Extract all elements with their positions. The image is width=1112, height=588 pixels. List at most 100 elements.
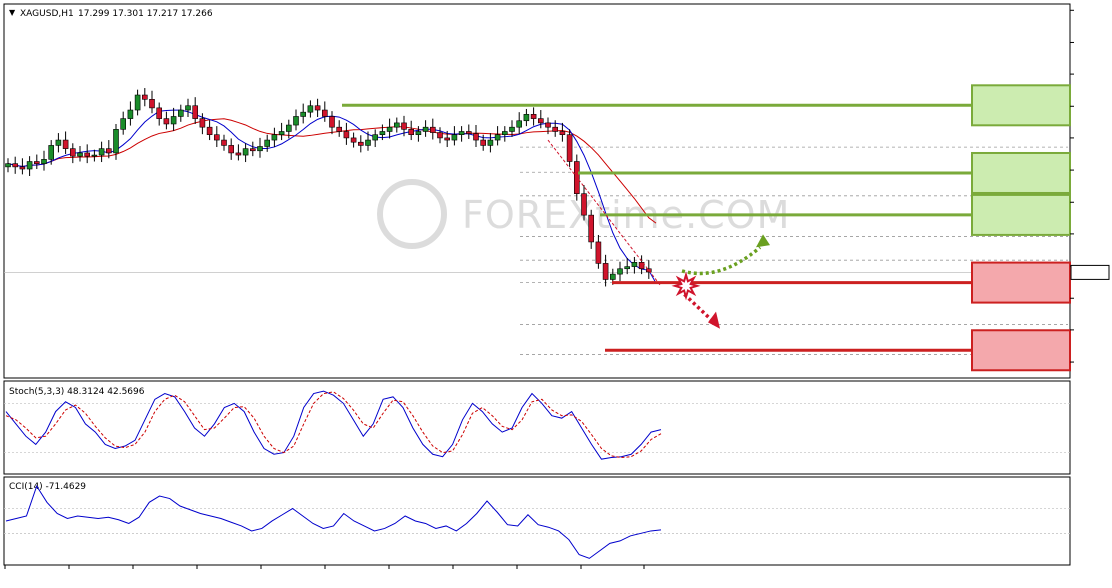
candle-bull	[5, 163, 11, 168]
candle-bear	[530, 114, 537, 119]
candle-bear	[559, 131, 566, 135]
candle-bull	[98, 148, 105, 156]
candle-bull	[422, 126, 429, 132]
symbol-title: XAGUSD,H1	[20, 9, 74, 19]
candle-bear	[206, 126, 213, 135]
breakout-burst-icon	[671, 271, 701, 301]
candle-bull	[113, 129, 119, 154]
candle-bull	[134, 94, 141, 111]
candle-bull	[41, 159, 47, 164]
candle-bear	[106, 148, 112, 154]
candle-bear	[84, 152, 90, 157]
candle-bull	[509, 126, 515, 132]
candle-bull	[487, 139, 494, 146]
candle-bull	[379, 131, 386, 135]
candle-bull	[178, 109, 184, 117]
candle-bull	[609, 273, 616, 280]
candle-bear	[156, 107, 162, 119]
candle-bull	[617, 268, 623, 275]
candle-bear	[552, 126, 559, 132]
candle-bear	[595, 241, 602, 264]
candle-bear	[408, 129, 415, 135]
candle-bear	[19, 166, 26, 170]
candle-bear	[62, 139, 69, 149]
candle-bear	[250, 148, 256, 152]
candle-bull	[516, 120, 523, 128]
candle-bull	[631, 262, 638, 267]
level-box-resistance	[971, 193, 1071, 236]
ohlc-readout: 17.299 17.301 17.217 17.266	[78, 9, 213, 19]
candle-bear	[343, 131, 350, 139]
candle-bear	[221, 139, 227, 146]
chart-background	[0, 0, 1112, 588]
candle-bull	[307, 105, 314, 113]
candle-bear	[228, 145, 234, 154]
candle-bear	[401, 122, 407, 130]
candle-bear	[70, 148, 76, 157]
candle-bull	[242, 148, 249, 156]
candle-bear	[336, 126, 343, 132]
candle-bear	[437, 132, 443, 139]
cci-title: CCI(14) -71.4629	[9, 482, 86, 492]
candle-bull	[264, 139, 271, 147]
candle-bear	[12, 163, 18, 168]
level-box-support	[971, 261, 1071, 304]
candle-bear	[199, 118, 206, 128]
candle-bear	[329, 116, 335, 128]
candle-bear	[235, 152, 242, 156]
candle-bull	[278, 131, 285, 135]
candle-bull	[77, 152, 83, 157]
candle-bear	[566, 134, 573, 162]
chart-canvas[interactable]: FOREXtime.COM ▼ XAGUSD,H1 17.299 17.301 …	[0, 0, 1112, 588]
current-price-box	[1070, 264, 1110, 280]
candle-bull	[26, 161, 33, 170]
candle-bear	[321, 109, 328, 117]
candle-bear	[142, 94, 148, 100]
candle-bull	[55, 139, 62, 146]
candle-bull	[120, 118, 126, 130]
candle-bull	[451, 134, 458, 141]
collapse-arrow-icon[interactable]: ▼	[9, 8, 16, 17]
candle-bear	[588, 214, 595, 243]
candle-bear	[429, 126, 436, 133]
candle-bear	[163, 118, 170, 125]
candle-bear	[473, 133, 479, 141]
candle-bull	[257, 146, 263, 152]
candle-bear	[350, 137, 357, 143]
candle-bear	[581, 193, 587, 216]
candle-bull	[523, 114, 530, 122]
candle-bear	[314, 105, 321, 111]
candle-bull	[170, 116, 177, 125]
candle-bear	[444, 137, 451, 141]
candle-bull	[127, 109, 134, 119]
candle-bull	[624, 266, 631, 270]
candle-bear	[480, 139, 487, 146]
candle-bear	[33, 161, 40, 164]
candle-bull	[285, 124, 292, 132]
candle-bull	[372, 134, 379, 141]
candle-bear	[149, 99, 155, 109]
candle-bull	[48, 145, 55, 160]
candle-bear	[602, 263, 609, 280]
candle-bull	[300, 111, 307, 117]
candle-bull	[458, 131, 465, 135]
candle-bull	[415, 131, 422, 135]
level-box-support	[971, 329, 1071, 372]
stoch-title: Stoch(5,3,3) 48.3124 42.5696	[9, 387, 145, 397]
candle-bear	[645, 268, 652, 273]
candle-bull	[185, 105, 191, 111]
candle-bull	[365, 139, 371, 146]
candle-bull	[386, 126, 393, 132]
candle-bear	[545, 122, 551, 128]
candle-bear	[357, 141, 364, 146]
candle-bull	[501, 131, 508, 135]
candle-bear	[192, 105, 198, 119]
candle-bull	[293, 116, 299, 126]
candle-bear	[465, 131, 472, 134]
level-box-resistance	[971, 84, 1071, 127]
candle-bull	[393, 122, 400, 128]
candle-bull	[271, 134, 278, 141]
candle-bear	[537, 118, 544, 124]
level-box-resistance	[971, 151, 1071, 194]
candle-bear	[214, 134, 220, 141]
